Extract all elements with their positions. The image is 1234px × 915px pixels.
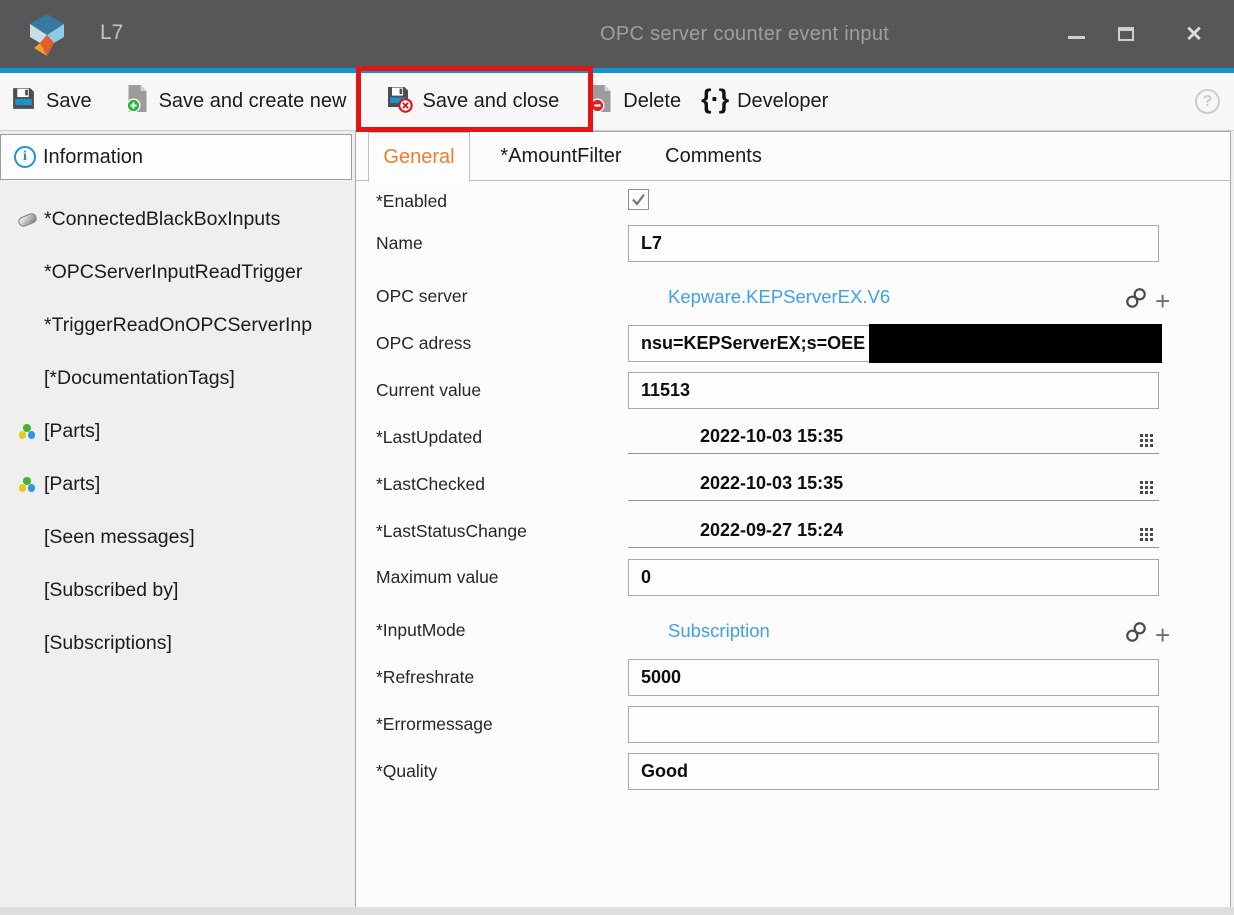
form-row-current-value: Current value 11513 [356, 372, 1230, 409]
titlebar-item-name: L7 [100, 21, 123, 45]
sidebar-item-information[interactable]: i Information [0, 134, 352, 180]
refreshrate-label: *Refreshrate [376, 659, 624, 696]
refreshrate-input[interactable]: 5000 [628, 659, 1159, 696]
link-chain-icon[interactable] [1124, 620, 1148, 649]
help-icon[interactable]: ? [1195, 89, 1220, 114]
errormessage-label: *Errormessage [376, 706, 624, 743]
current-value-input[interactable]: 11513 [628, 372, 1159, 409]
datetime-picker-icon[interactable] [1139, 523, 1154, 549]
minimize-icon [1068, 36, 1085, 39]
opc-adress-label: OPC adress [376, 325, 624, 362]
quality-label: *Quality [376, 753, 624, 790]
redaction-block [869, 324, 1162, 363]
app-logo-icon [27, 13, 67, 62]
laststatuschange-label: *LastStatusChange [376, 517, 624, 545]
toolbar: Save Save and create new [0, 73, 1234, 131]
sidebar-item-triggerreadonopcserverinp[interactable]: *TriggerReadOnOPCServerInp [0, 299, 352, 352]
inputmode-link[interactable]: Subscription [668, 612, 770, 649]
main-panel: General *AmountFilter Comments *Enabled … [355, 131, 1231, 911]
sidebar-item-parts-1[interactable]: [Parts] [0, 405, 352, 458]
inputmode-label: *InputMode [376, 612, 624, 649]
maximum-value-label: Maximum value [376, 559, 624, 596]
document-delete-icon [589, 84, 614, 119]
delete-button[interactable]: Delete [589, 84, 681, 119]
form-row-refreshrate: *Refreshrate 5000 [356, 659, 1230, 696]
form-row-lastchecked: *LastChecked 2022-10-03 15:35 [356, 470, 1230, 501]
connector-icon [14, 215, 40, 225]
delete-label: Delete [623, 90, 681, 113]
tab-general[interactable]: General [368, 132, 470, 182]
sidebar-item-documentationtags[interactable]: [*DocumentationTags] [0, 352, 352, 405]
lastupdated-field[interactable]: 2022-10-03 15:35 [628, 423, 1159, 454]
errormessage-input[interactable] [628, 706, 1159, 743]
tab-amountfilter[interactable]: *AmountFilter [486, 132, 636, 181]
minimize-button[interactable] [1056, 0, 1096, 68]
enabled-label: *Enabled [376, 189, 624, 213]
datetime-picker-icon[interactable] [1139, 476, 1154, 502]
form-row-enabled: *Enabled [356, 189, 1230, 219]
sidebar-item-seen-messages[interactable]: [Seen messages] [0, 511, 352, 564]
opc-server-label: OPC server [376, 278, 624, 315]
maximize-button[interactable] [1106, 0, 1146, 68]
form-row-opc-server: OPC server Kepware.KEPServerEX.V6 + [356, 278, 1230, 315]
form-row-errormessage: *Errormessage [356, 706, 1230, 743]
developer-braces-icon: {·} [701, 86, 728, 117]
parts-icon [14, 424, 40, 439]
save-and-close-button[interactable]: Save and close [385, 85, 560, 119]
save-floppy-icon [10, 85, 37, 118]
app-window: L7 OPC server counter event input ✕ Save [0, 0, 1234, 915]
name-input[interactable]: L7 [628, 225, 1159, 262]
document-add-icon [125, 84, 150, 119]
link-chain-icon[interactable] [1124, 286, 1148, 315]
quality-input[interactable]: Good [628, 753, 1159, 790]
lastchecked-field[interactable]: 2022-10-03 15:35 [628, 470, 1159, 501]
save-label: Save [46, 90, 92, 113]
info-icon: i [14, 146, 36, 168]
save-close-floppy-icon [385, 85, 414, 119]
information-label: Information [43, 146, 143, 169]
current-value-label: Current value [376, 372, 624, 409]
sidebar-item-connectedblackboxinputs[interactable]: *ConnectedBlackBoxInputs [0, 193, 352, 246]
name-label: Name [376, 225, 624, 262]
maximum-value-input[interactable]: 0 [628, 559, 1159, 596]
save-and-close-label: Save and close [423, 90, 560, 113]
form-row-lastupdated: *LastUpdated 2022-10-03 15:35 [356, 423, 1230, 454]
parts-icon [14, 477, 40, 492]
sidebar-list: *ConnectedBlackBoxInputs *OPCServerInput… [0, 193, 352, 670]
save-and-create-new-button[interactable]: Save and create new [125, 84, 347, 119]
lastupdated-label: *LastUpdated [376, 423, 624, 451]
close-button[interactable]: ✕ [1172, 0, 1216, 68]
save-and-create-new-label: Save and create new [159, 90, 347, 113]
form-row-inputmode: *InputMode Subscription + [356, 612, 1230, 649]
sidebar-item-parts-2[interactable]: [Parts] [0, 458, 352, 511]
developer-label: Developer [737, 90, 828, 113]
sidebar-item-subscribed-by[interactable]: [Subscribed by] [0, 564, 352, 617]
developer-button[interactable]: {·} Developer [701, 86, 828, 117]
window-title: OPC server counter event input [600, 23, 889, 46]
opc-server-link[interactable]: Kepware.KEPServerEX.V6 [668, 278, 890, 315]
tab-comments[interactable]: Comments [656, 132, 771, 181]
form-row-maximum-value: Maximum value 0 [356, 559, 1230, 596]
title-bar: L7 OPC server counter event input ✕ [0, 0, 1234, 68]
sidebar: i Information *ConnectedBlackBoxInputs *… [0, 131, 355, 907]
add-new-icon[interactable]: + [1155, 625, 1170, 645]
enabled-checkbox[interactable] [628, 189, 649, 210]
sidebar-item-opcserverinputreadtrigger[interactable]: *OPCServerInputReadTrigger [0, 246, 352, 299]
add-new-icon[interactable]: + [1155, 291, 1170, 311]
datetime-picker-icon[interactable] [1139, 429, 1154, 455]
laststatuschange-field[interactable]: 2022-09-27 15:24 [628, 517, 1159, 548]
sidebar-item-subscriptions[interactable]: [Subscriptions] [0, 617, 352, 670]
lastchecked-label: *LastChecked [376, 470, 624, 498]
form-row-quality: *Quality Good [356, 753, 1230, 790]
tab-strip: General *AmountFilter Comments [356, 132, 1230, 181]
maximize-icon [1118, 27, 1134, 41]
form-row-name: Name L7 [356, 225, 1230, 262]
save-button[interactable]: Save [10, 85, 92, 118]
window-bottom-frame [0, 907, 1234, 915]
form-row-laststatuschange: *LastStatusChange 2022-09-27 15:24 [356, 517, 1230, 548]
